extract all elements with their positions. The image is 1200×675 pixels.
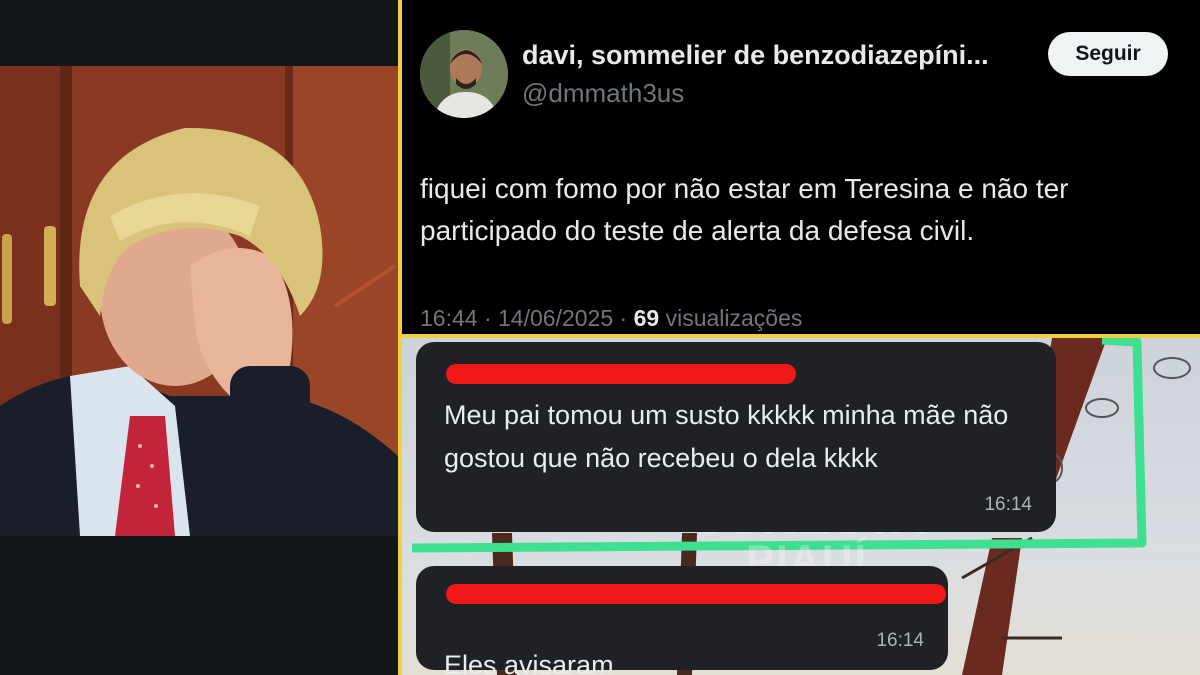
redacted-sender: [446, 584, 946, 604]
tweet-date[interactable]: 14/06/2025: [498, 305, 613, 331]
message-time: 16:14: [984, 494, 1032, 515]
display-name[interactable]: davi, sommelier de benzodiazepíni...: [522, 40, 989, 71]
chat-screenshot: CONECTA PIAUÍ Meu pai tomou um susto kkk…: [402, 338, 1200, 675]
chat-message[interactable]: Eles avisaram 16:14: [416, 566, 948, 675]
views-label: visualizações: [665, 305, 803, 331]
tweet-text: fiquei com fomo por não estar em Teresin…: [420, 173, 1069, 246]
redacted-sender: [446, 364, 796, 384]
meme-panel: [0, 0, 398, 675]
tweet-time[interactable]: 16:44: [420, 305, 478, 331]
views-count: 69: [633, 305, 660, 331]
tweet-card: davi, sommelier de benzodiazepíni... @dm…: [402, 0, 1200, 334]
tweet-metadata: 16:44 · 14/06/2025 · 69 visualizações: [420, 305, 802, 332]
avatar[interactable]: [420, 30, 508, 118]
message-text: Meu pai tomou um susto kkkkk minha mãe n…: [444, 400, 1009, 473]
meta-separator: ·: [619, 305, 628, 331]
facepalm-photo: [0, 66, 398, 536]
chat-message[interactable]: Meu pai tomou um susto kkkkk minha mãe n…: [416, 342, 1056, 532]
user-handle[interactable]: @dmmath3us: [522, 78, 684, 109]
message-text: Eles avisaram: [444, 650, 614, 675]
follow-button[interactable]: Seguir: [1048, 32, 1168, 76]
message-time: 16:14: [876, 630, 924, 651]
meta-separator: ·: [483, 305, 492, 331]
